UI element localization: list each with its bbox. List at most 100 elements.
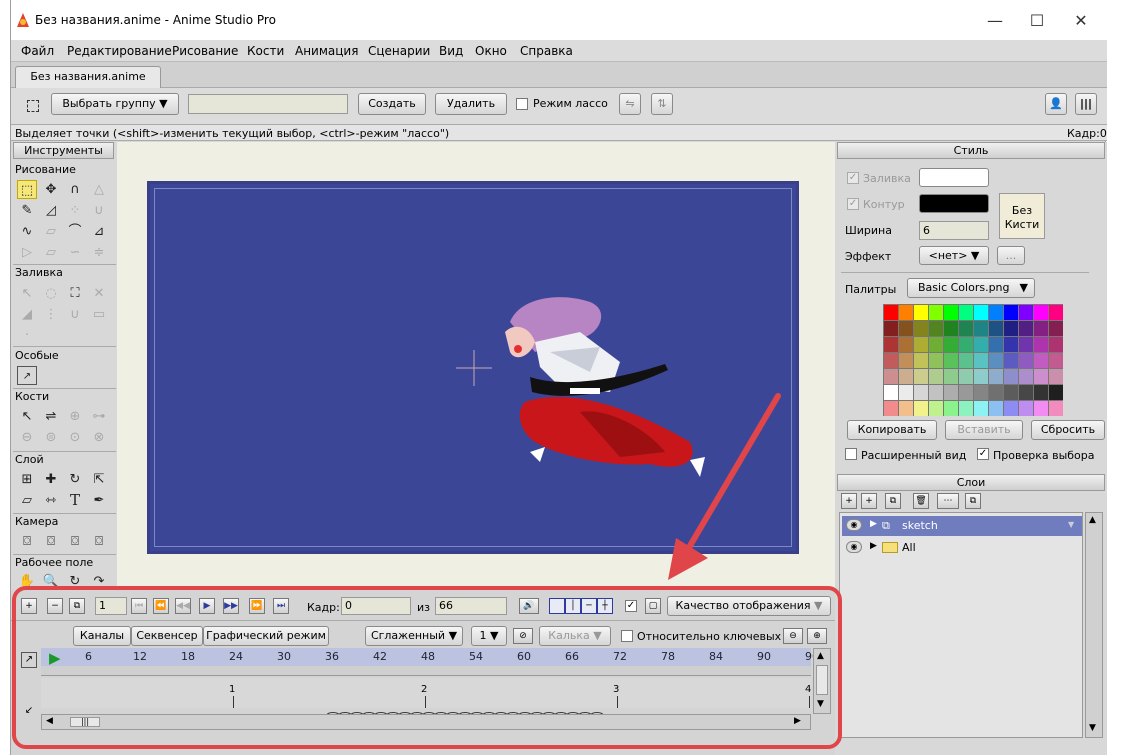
scatter-icon[interactable]: ≑ <box>89 243 109 262</box>
duplicate-layer-icon[interactable]: ⧉ <box>885 493 901 509</box>
expand-arrow-icon[interactable]: ▶ <box>870 541 877 551</box>
palette-swatch[interactable] <box>1034 337 1048 352</box>
palette-swatch[interactable] <box>884 401 898 416</box>
palette-swatch[interactable] <box>989 321 1003 336</box>
palette-swatch[interactable] <box>989 369 1003 384</box>
palette-swatch[interactable] <box>914 353 928 368</box>
eye-icon[interactable]: ◉ <box>846 541 862 553</box>
maximize-button[interactable]: ☐ <box>1017 8 1057 34</box>
palette-swatch[interactable] <box>1049 337 1063 352</box>
palette-swatch[interactable] <box>989 385 1003 400</box>
flip-horizontal-icon[interactable]: ⇋ <box>619 93 641 115</box>
palette-swatch[interactable] <box>899 337 913 352</box>
palette-swatch[interactable] <box>974 337 988 352</box>
palette-swatch[interactable] <box>1034 401 1048 416</box>
palette-swatch[interactable] <box>944 321 958 336</box>
palette-swatch[interactable] <box>884 385 898 400</box>
camera-roll-icon[interactable]: ⌼ <box>65 532 85 551</box>
reparent-bone-icon[interactable]: ⊶ <box>89 407 109 426</box>
add-point-icon[interactable]: ◿ <box>41 201 61 220</box>
eyedropper-icon[interactable]: ✒ <box>89 491 109 510</box>
palette-swatch[interactable] <box>974 385 988 400</box>
menu-draw[interactable]: Рисование <box>172 44 238 58</box>
library-icon[interactable]: ||| <box>1075 93 1097 115</box>
palette-swatch[interactable] <box>959 385 973 400</box>
layer-options-icon[interactable]: ⋯ <box>937 493 959 509</box>
palette-swatch[interactable] <box>884 369 898 384</box>
palette-swatch[interactable] <box>1019 369 1033 384</box>
effect-more-button[interactable]: ... <box>997 246 1025 265</box>
palette-swatch[interactable] <box>929 385 943 400</box>
palette-swatch[interactable] <box>1049 305 1063 320</box>
palette-swatch[interactable] <box>1049 321 1063 336</box>
palette-swatch[interactable] <box>1019 401 1033 416</box>
palette-swatch[interactable] <box>944 353 958 368</box>
scroll-up-icon[interactable]: ▲ <box>1089 515 1096 525</box>
menu-help[interactable]: Справка <box>520 44 573 58</box>
palette-swatch[interactable] <box>1019 353 1033 368</box>
palette-swatch[interactable] <box>1004 305 1018 320</box>
palette-swatch[interactable] <box>1004 337 1018 352</box>
palette-swatch[interactable] <box>1019 337 1033 352</box>
palette-swatch[interactable] <box>884 305 898 320</box>
stroke-checkbox[interactable]: ✓ <box>847 198 859 210</box>
palette-swatch[interactable] <box>1034 385 1048 400</box>
palette-swatch[interactable] <box>929 337 943 352</box>
palette-swatch[interactable] <box>1004 401 1018 416</box>
close-button[interactable]: ✕ <box>1061 8 1101 34</box>
stroke-exposure-icon[interactable]: ∪ <box>65 305 85 324</box>
select-points-tool-icon[interactable]: ⬚ <box>17 180 37 199</box>
paste-style-button[interactable]: Вставить <box>945 420 1023 440</box>
flip-layer-icon[interactable]: ⇿ <box>41 491 61 510</box>
palette-swatch[interactable] <box>884 337 898 352</box>
palette-swatch[interactable] <box>959 401 973 416</box>
camera-pan-tilt-icon[interactable]: ⌼ <box>89 532 109 551</box>
freehand-icon[interactable]: ∿ <box>17 222 37 241</box>
palette-swatch[interactable] <box>944 401 958 416</box>
select-group-dropdown[interactable]: Выбрать группу ▼ <box>51 93 179 115</box>
layer-menu-arrow-icon[interactable]: ▼ <box>1068 520 1074 529</box>
create-button[interactable]: Создать <box>358 93 426 115</box>
palette-swatch[interactable] <box>959 321 973 336</box>
palette-swatch[interactable] <box>1034 369 1048 384</box>
palette-swatch[interactable] <box>974 321 988 336</box>
color-palette-grid[interactable] <box>883 304 1063 416</box>
palette-swatch[interactable] <box>899 385 913 400</box>
delete-button[interactable]: Удалить <box>435 93 507 115</box>
curvature-icon[interactable]: ∩ <box>65 180 85 199</box>
layers-scrollbar[interactable]: ▲ ▼ <box>1085 512 1103 738</box>
lasso-mode-checkbox[interactable] <box>516 98 528 110</box>
noise-icon[interactable]: ∽ <box>65 243 85 262</box>
palette-swatch[interactable] <box>899 321 913 336</box>
menu-scripts[interactable]: Сценарии <box>368 44 430 58</box>
palette-swatch[interactable] <box>899 305 913 320</box>
palette-swatch[interactable] <box>899 401 913 416</box>
camera-zoom-icon[interactable]: ⌼ <box>41 532 61 551</box>
palette-swatch[interactable] <box>929 353 943 368</box>
special-tool-icon[interactable]: ↗ <box>17 366 37 385</box>
palette-swatch[interactable] <box>1004 353 1018 368</box>
manipulate-bones-icon[interactable]: ⊜ <box>41 428 61 447</box>
palette-swatch[interactable] <box>1019 305 1033 320</box>
palette-swatch[interactable] <box>974 401 988 416</box>
delete-layer-icon[interactable]: 🗑 <box>913 493 929 509</box>
menu-animation[interactable]: Анимация <box>295 44 358 58</box>
palette-swatch[interactable] <box>974 353 988 368</box>
bind-layer-icon[interactable]: ⊙ <box>65 428 85 447</box>
camera-track-icon[interactable]: ⌼ <box>17 532 37 551</box>
reset-style-button[interactable]: Сбросить <box>1031 420 1105 440</box>
palette-swatch[interactable] <box>959 353 973 368</box>
magnet-icon[interactable]: ∪ <box>89 201 109 220</box>
palette-swatch[interactable] <box>989 353 1003 368</box>
stroke-color-swatch[interactable] <box>919 194 989 213</box>
effect-dropdown[interactable]: <нет> ▼ <box>919 246 989 265</box>
width-input[interactable]: 6 <box>919 221 989 240</box>
palette-swatch[interactable] <box>914 369 928 384</box>
new-layer-icon[interactable]: + <box>841 493 857 509</box>
no-brush-button[interactable]: Без Кисти <box>999 193 1045 239</box>
text-tool-icon[interactable]: T <box>65 491 85 510</box>
menu-view[interactable]: Вид <box>439 44 463 58</box>
palette-swatch[interactable] <box>1004 369 1018 384</box>
palette-swatch[interactable] <box>914 305 928 320</box>
palette-swatch[interactable] <box>884 321 898 336</box>
